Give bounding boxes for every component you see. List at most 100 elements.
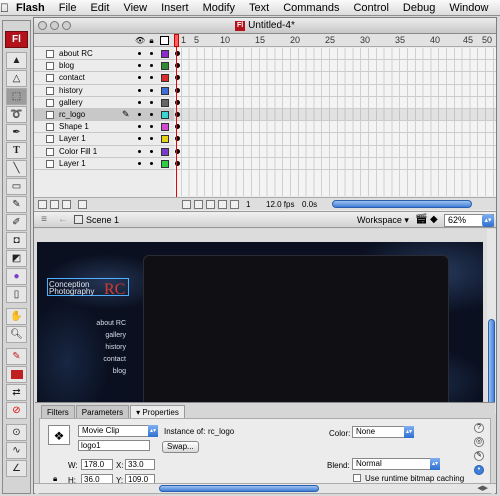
- edit-symbols-icon[interactable]: ◆: [430, 214, 438, 225]
- tab-parameters[interactable]: Parameters: [75, 405, 130, 419]
- layer-name[interactable]: rc_logo: [59, 110, 85, 119]
- nav-gallery[interactable]: gallery: [92, 332, 126, 344]
- ink-bottle-tool-icon[interactable]: ◘: [6, 232, 27, 249]
- vertical-scroll-thumb[interactable]: [488, 319, 495, 409]
- accessibility-icon[interactable]: ◎: [474, 437, 484, 447]
- stage-canvas[interactable]: Conception Photography RC about RC galle…: [37, 242, 483, 413]
- layer-lock-toggle[interactable]: [150, 125, 153, 129]
- layer-outline-color-swatch[interactable]: [161, 50, 169, 58]
- zoom-window-icon[interactable]: [62, 21, 71, 30]
- horizontal-scroll-thumb[interactable]: [159, 485, 319, 492]
- layer-row[interactable]: Layer 1: [34, 157, 174, 170]
- straighten-option-icon[interactable]: ∠: [6, 460, 27, 477]
- edit-icon[interactable]: ✎: [474, 451, 484, 461]
- frame-row[interactable]: [174, 72, 496, 85]
- edit-multiple-frames-icon[interactable]: [218, 200, 227, 209]
- layer-lock-toggle[interactable]: [150, 161, 153, 165]
- menu-debug[interactable]: Debug: [396, 2, 442, 14]
- menu-insert[interactable]: Insert: [154, 2, 196, 14]
- layer-row[interactable]: rc_logo ✎: [34, 108, 174, 122]
- frame-row[interactable]: [174, 85, 496, 97]
- layer-row[interactable]: gallery: [34, 96, 174, 109]
- menu-flash[interactable]: Flash: [9, 2, 52, 14]
- layer-visibility-toggle[interactable]: [138, 137, 141, 141]
- frame-row[interactable]: [174, 48, 496, 61]
- layer-lock-toggle[interactable]: [150, 52, 153, 55]
- rectangle-tool-icon[interactable]: ▭: [6, 178, 27, 195]
- insert-layer-icon[interactable]: [38, 200, 47, 209]
- layer-visibility-toggle[interactable]: [138, 125, 141, 129]
- scroll-arrows-icon[interactable]: ◀▶: [477, 484, 488, 492]
- zoom-select[interactable]: 62% ▴▾: [444, 214, 494, 227]
- apple-menu-icon[interactable]: : [0, 1, 9, 15]
- menu-edit[interactable]: Edit: [83, 2, 116, 14]
- swap-colors-icon[interactable]: ⇄: [6, 384, 27, 401]
- lock-all-icon[interactable]: 🔒︎: [147, 36, 156, 45]
- content-panel[interactable]: [143, 255, 449, 413]
- layer-row[interactable]: about RC: [34, 48, 174, 61]
- edit-scene-icon[interactable]: 🎬︎: [415, 214, 428, 225]
- layer-row[interactable]: blog: [34, 60, 174, 73]
- onion-skin-icon[interactable]: [194, 200, 203, 209]
- layer-visibility-toggle[interactable]: [138, 88, 141, 92]
- color-effect-select[interactable]: None ▴▾: [352, 426, 414, 438]
- insert-folder-icon[interactable]: [62, 200, 71, 209]
- menu-control[interactable]: Control: [346, 2, 395, 14]
- onion-skin-outlines-icon[interactable]: [206, 200, 215, 209]
- center-frame-icon[interactable]: [182, 200, 191, 209]
- timeline-scrollbar[interactable]: [332, 200, 472, 208]
- layer-lock-toggle[interactable]: [150, 88, 153, 92]
- width-field[interactable]: 178.0: [81, 459, 113, 470]
- layer-outline-color-swatch[interactable]: [161, 159, 169, 168]
- no-color-icon[interactable]: ⊘: [6, 402, 27, 419]
- menu-view[interactable]: View: [116, 2, 154, 14]
- layer-name[interactable]: blog: [59, 61, 74, 70]
- layer-outline-color-swatch[interactable]: [161, 110, 169, 119]
- layer-visibility-toggle[interactable]: [138, 64, 141, 68]
- blend-mode-select[interactable]: Normal ▴▾: [352, 458, 440, 470]
- menu-commands[interactable]: Commands: [276, 2, 346, 14]
- layer-row[interactable]: Shape 1: [34, 121, 174, 134]
- scene-name[interactable]: Scene 1: [86, 215, 119, 225]
- nav-contact[interactable]: contact: [92, 356, 126, 368]
- layer-outline-color-swatch[interactable]: [161, 86, 169, 95]
- rc-logo-instance[interactable]: Conception Photography RC: [47, 278, 129, 298]
- symbol-type-select[interactable]: Movie Clip ▴▾: [78, 425, 158, 437]
- layer-row[interactable]: Color Fill 1: [34, 145, 174, 158]
- layer-visibility-toggle[interactable]: [138, 112, 141, 116]
- layer-outline-color-swatch[interactable]: [161, 123, 169, 132]
- pen-tool-icon[interactable]: ✒: [6, 124, 27, 141]
- layer-lock-toggle[interactable]: [150, 112, 153, 116]
- actions-icon[interactable]: •: [474, 465, 484, 475]
- frame-row[interactable]: [174, 60, 496, 73]
- pencil-tool-icon[interactable]: ✎: [6, 196, 27, 213]
- layer-name[interactable]: Shape 1: [59, 122, 89, 131]
- back-arrow-icon[interactable]: ←: [58, 214, 68, 225]
- frame-grid[interactable]: [174, 48, 496, 196]
- nav-about[interactable]: about RC: [92, 320, 126, 332]
- brush-tool-icon[interactable]: ✐: [6, 214, 27, 231]
- bitmap-caching-checkbox[interactable]: [353, 474, 361, 482]
- menu-help[interactable]: He: [495, 2, 500, 14]
- frame-row[interactable]: [174, 108, 496, 122]
- layer-visibility-toggle[interactable]: [138, 161, 141, 165]
- swap-button[interactable]: Swap...: [162, 441, 199, 453]
- menu-file[interactable]: File: [52, 2, 84, 14]
- frame-row[interactable]: [174, 121, 496, 134]
- layer-name[interactable]: Color Fill 1: [59, 147, 97, 156]
- workspace-menu[interactable]: Workspace ▾: [357, 215, 409, 226]
- instance-name-field[interactable]: logo1: [78, 440, 150, 451]
- menu-modify[interactable]: Modify: [196, 2, 242, 14]
- layer-name[interactable]: contact: [59, 73, 85, 82]
- timeline-toggle-icon[interactable]: ≡: [38, 214, 50, 225]
- free-transform-tool-icon[interactable]: ⬚: [6, 88, 27, 105]
- stage-horizontal-scrollbar[interactable]: ◀▶: [34, 483, 496, 493]
- frame-row[interactable]: [174, 133, 496, 146]
- smooth-option-icon[interactable]: ∿: [6, 442, 27, 459]
- layer-name[interactable]: Layer 1: [59, 159, 86, 168]
- outline-all-icon[interactable]: [160, 36, 169, 45]
- layer-lock-toggle[interactable]: [150, 100, 153, 104]
- selection-tool-icon[interactable]: ▲: [6, 52, 27, 69]
- layer-lock-toggle[interactable]: [150, 76, 153, 80]
- line-tool-icon[interactable]: ╲: [6, 160, 27, 177]
